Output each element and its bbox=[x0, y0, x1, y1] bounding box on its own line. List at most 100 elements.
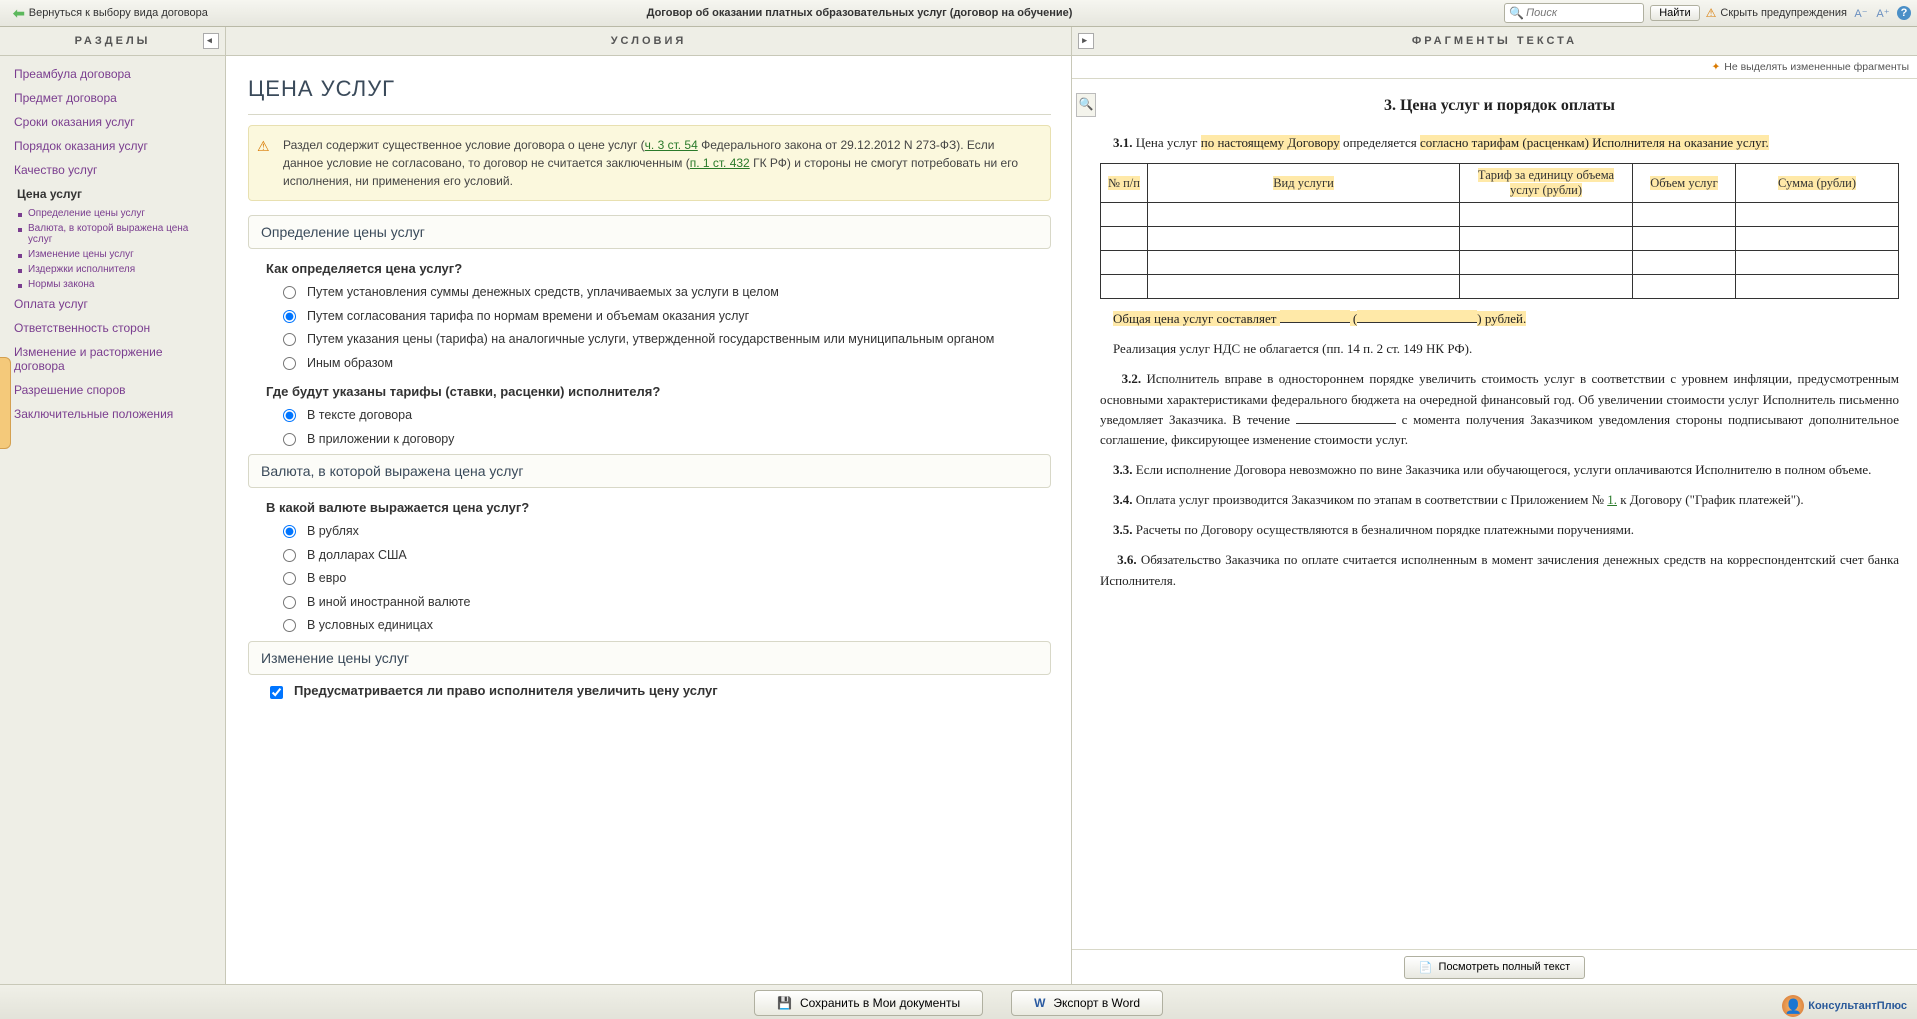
doc-section-heading: 3. Цена услуг и порядок оплаты bbox=[1100, 97, 1899, 115]
th-volume: Объем услуг bbox=[1650, 176, 1718, 190]
radio-intext[interactable] bbox=[283, 409, 296, 422]
nav-order[interactable]: Порядок оказания услуг bbox=[0, 134, 225, 158]
nav-sub-law[interactable]: Нормы закона bbox=[0, 277, 225, 292]
opt-foreign[interactable]: В иной иностранной валюте bbox=[278, 594, 1051, 612]
nav-quality[interactable]: Качество услуг bbox=[0, 158, 225, 182]
table-row bbox=[1101, 203, 1899, 227]
opt-appendix[interactable]: В приложении к договору bbox=[278, 431, 1051, 449]
radio-appendix[interactable] bbox=[283, 433, 296, 446]
save-button[interactable]: 💾 Сохранить в Мои документы bbox=[754, 990, 983, 1016]
opt-units[interactable]: В условных единицах bbox=[278, 617, 1051, 635]
nav-liability[interactable]: Ответственность сторон bbox=[0, 316, 225, 340]
view-full-label: Посмотреть полный текст bbox=[1439, 961, 1571, 973]
radio-sum[interactable] bbox=[283, 286, 296, 299]
fragments-body[interactable]: 🔍 3. Цена услуг и порядок оплаты 3.1. Це… bbox=[1072, 79, 1917, 949]
opt-usd-label: В долларах США bbox=[307, 547, 407, 565]
opt-tariff[interactable]: Путем согласования тарифа по нормам врем… bbox=[278, 308, 1051, 326]
chk-increase-label: Предусматривается ли право исполнителя у… bbox=[294, 683, 718, 698]
opt-sum[interactable]: Путем установления суммы денежных средст… bbox=[278, 284, 1051, 302]
fragments-header: ▸ ФРАГМЕНТЫ ТЕКСТА bbox=[1072, 27, 1917, 56]
law-link-2[interactable]: п. 1 ст. 432 bbox=[690, 156, 750, 170]
toggle-highlight[interactable]: Не выделять измененные фрагменты bbox=[1724, 61, 1909, 73]
section-change: Изменение цены услуг bbox=[248, 641, 1051, 675]
blank-amount bbox=[1280, 310, 1350, 323]
back-button[interactable]: ⬅ Вернуться к выбору вида договора bbox=[6, 2, 215, 25]
radio-units[interactable] bbox=[283, 619, 296, 632]
nav-price-active[interactable]: Цена услуг bbox=[0, 182, 225, 206]
warning-triangle-icon: ⚠ bbox=[257, 136, 270, 157]
radio-tariff[interactable] bbox=[283, 310, 296, 323]
opt-eur[interactable]: В евро bbox=[278, 570, 1051, 588]
export-word-button[interactable]: W Экспорт в Word bbox=[1011, 990, 1163, 1016]
opt-foreign-label: В иной иностранной валюте bbox=[307, 594, 470, 612]
opt-intext[interactable]: В тексте договора bbox=[278, 407, 1051, 425]
nav-preamble[interactable]: Преамбула договора bbox=[0, 62, 225, 86]
chk-increase[interactable]: Предусматривается ли право исполнителя у… bbox=[266, 683, 1051, 702]
opt-other[interactable]: Иным образом bbox=[278, 355, 1051, 373]
para-3-6: 3.6. Обязательство Заказчика по оплате с… bbox=[1100, 550, 1899, 590]
find-button[interactable]: Найти bbox=[1650, 5, 1699, 21]
search-box[interactable]: 🔍 bbox=[1504, 3, 1644, 23]
blank-words bbox=[1357, 310, 1477, 323]
law-link-1[interactable]: ч. 3 ст. 54 bbox=[645, 138, 698, 152]
checkbox-increase[interactable] bbox=[270, 686, 283, 699]
expand-fragments-button[interactable]: ▸ bbox=[1078, 33, 1094, 49]
brand-logo[interactable]: 👤 КонсультантПлюс bbox=[1782, 995, 1907, 1017]
nav-payment[interactable]: Оплата услуг bbox=[0, 292, 225, 316]
blank-term bbox=[1296, 411, 1396, 424]
fragments-header-label: ФРАГМЕНТЫ ТЕКСТА bbox=[1412, 35, 1577, 47]
radio-eur[interactable] bbox=[283, 572, 296, 585]
nav-sub-change[interactable]: Изменение цены услуг bbox=[0, 247, 225, 262]
radio-rub[interactable] bbox=[283, 525, 296, 538]
side-tab-handle[interactable] bbox=[0, 357, 11, 449]
opt-units-label: В условных единицах bbox=[307, 617, 433, 635]
collapse-sidebar-button[interactable]: ◂ bbox=[203, 33, 219, 49]
radio-usd[interactable] bbox=[283, 549, 296, 562]
nav-disputes[interactable]: Разрешение споров bbox=[0, 378, 225, 402]
nav-sub-definition[interactable]: Определение цены услуг bbox=[0, 206, 225, 221]
opt-rub[interactable]: В рублях bbox=[278, 523, 1051, 541]
nav-subject[interactable]: Предмет договора bbox=[0, 86, 225, 110]
brand-icon: 👤 bbox=[1782, 995, 1804, 1017]
q-where-tariffs: Где будут указаны тарифы (ставки, расцен… bbox=[266, 384, 1051, 399]
radio-analog[interactable] bbox=[283, 333, 296, 346]
th-service: Вид услуги bbox=[1273, 176, 1334, 190]
opt-intext-label: В тексте договора bbox=[307, 407, 412, 425]
hide-warnings-label: Скрыть предупреждения bbox=[1720, 7, 1847, 19]
opt-analog-label: Путем указания цены (тарифа) на аналогич… bbox=[307, 331, 994, 349]
view-full-text-button[interactable]: 📄 Посмотреть полный текст bbox=[1404, 956, 1585, 979]
nav-terms[interactable]: Сроки оказания услуг bbox=[0, 110, 225, 134]
opt-rub-label: В рублях bbox=[307, 523, 359, 541]
appendix-link[interactable]: 1. bbox=[1607, 492, 1617, 507]
total-label: Общая цена услуг составляет bbox=[1113, 311, 1280, 326]
document-zoom-icon[interactable]: 🔍 bbox=[1076, 93, 1096, 117]
nav-final[interactable]: Заключительные положения bbox=[0, 402, 225, 426]
hl-tariffs: согласно тарифам (расценкам) Исполнителя… bbox=[1420, 135, 1769, 150]
help-icon[interactable]: ? bbox=[1897, 6, 1911, 20]
nav-amend[interactable]: Изменение и расторжение договора bbox=[0, 340, 225, 378]
bottombar: 💾 Сохранить в Мои документы W Экспорт в … bbox=[0, 984, 1917, 1019]
opt-analog[interactable]: Путем указания цены (тарифа) на аналогич… bbox=[278, 331, 1051, 349]
conditions-header-label: УСЛОВИЯ bbox=[611, 35, 687, 47]
para-3-4: 3.4. Оплата услуг производится Заказчико… bbox=[1100, 490, 1899, 510]
hide-warnings-button[interactable]: ⚠ Скрыть предупреждения bbox=[1706, 6, 1847, 20]
conditions-body[interactable]: ЦЕНА УСЛУГ ⚠ Раздел содержит существенно… bbox=[226, 56, 1071, 984]
sections-nav: Преамбула договора Предмет договора Срок… bbox=[0, 56, 225, 984]
search-input[interactable] bbox=[1524, 6, 1639, 20]
font-smaller-icon[interactable]: A⁻ bbox=[1853, 5, 1869, 21]
back-label: Вернуться к выбору вида договора bbox=[29, 7, 208, 19]
p31-num: 3.1. bbox=[1113, 135, 1133, 150]
nav-sub-currency[interactable]: Валюта, в которой выражена цена услуг bbox=[0, 221, 225, 247]
arrow-left-icon: ⬅ bbox=[13, 5, 25, 22]
radio-foreign[interactable] bbox=[283, 596, 296, 609]
para-3-2: 3.2. Исполнитель вправе в одностороннем … bbox=[1100, 369, 1899, 450]
th-sum: Сумма (рубли) bbox=[1778, 176, 1856, 190]
nav-sub-costs[interactable]: Издержки исполнителя bbox=[0, 262, 225, 277]
radio-other[interactable] bbox=[283, 357, 296, 370]
conditions-header: УСЛОВИЯ bbox=[226, 27, 1071, 56]
fragments-panel: ▸ ФРАГМЕНТЫ ТЕКСТА ✦ Не выделять изменен… bbox=[1072, 27, 1917, 984]
opt-usd[interactable]: В долларах США bbox=[278, 547, 1051, 565]
para-3-1: 3.1. Цена услуг по настоящему Договору о… bbox=[1100, 133, 1899, 153]
para-total: Общая цена услуг составляет () рублей. bbox=[1100, 309, 1899, 329]
font-larger-icon[interactable]: A⁺ bbox=[1875, 5, 1891, 21]
